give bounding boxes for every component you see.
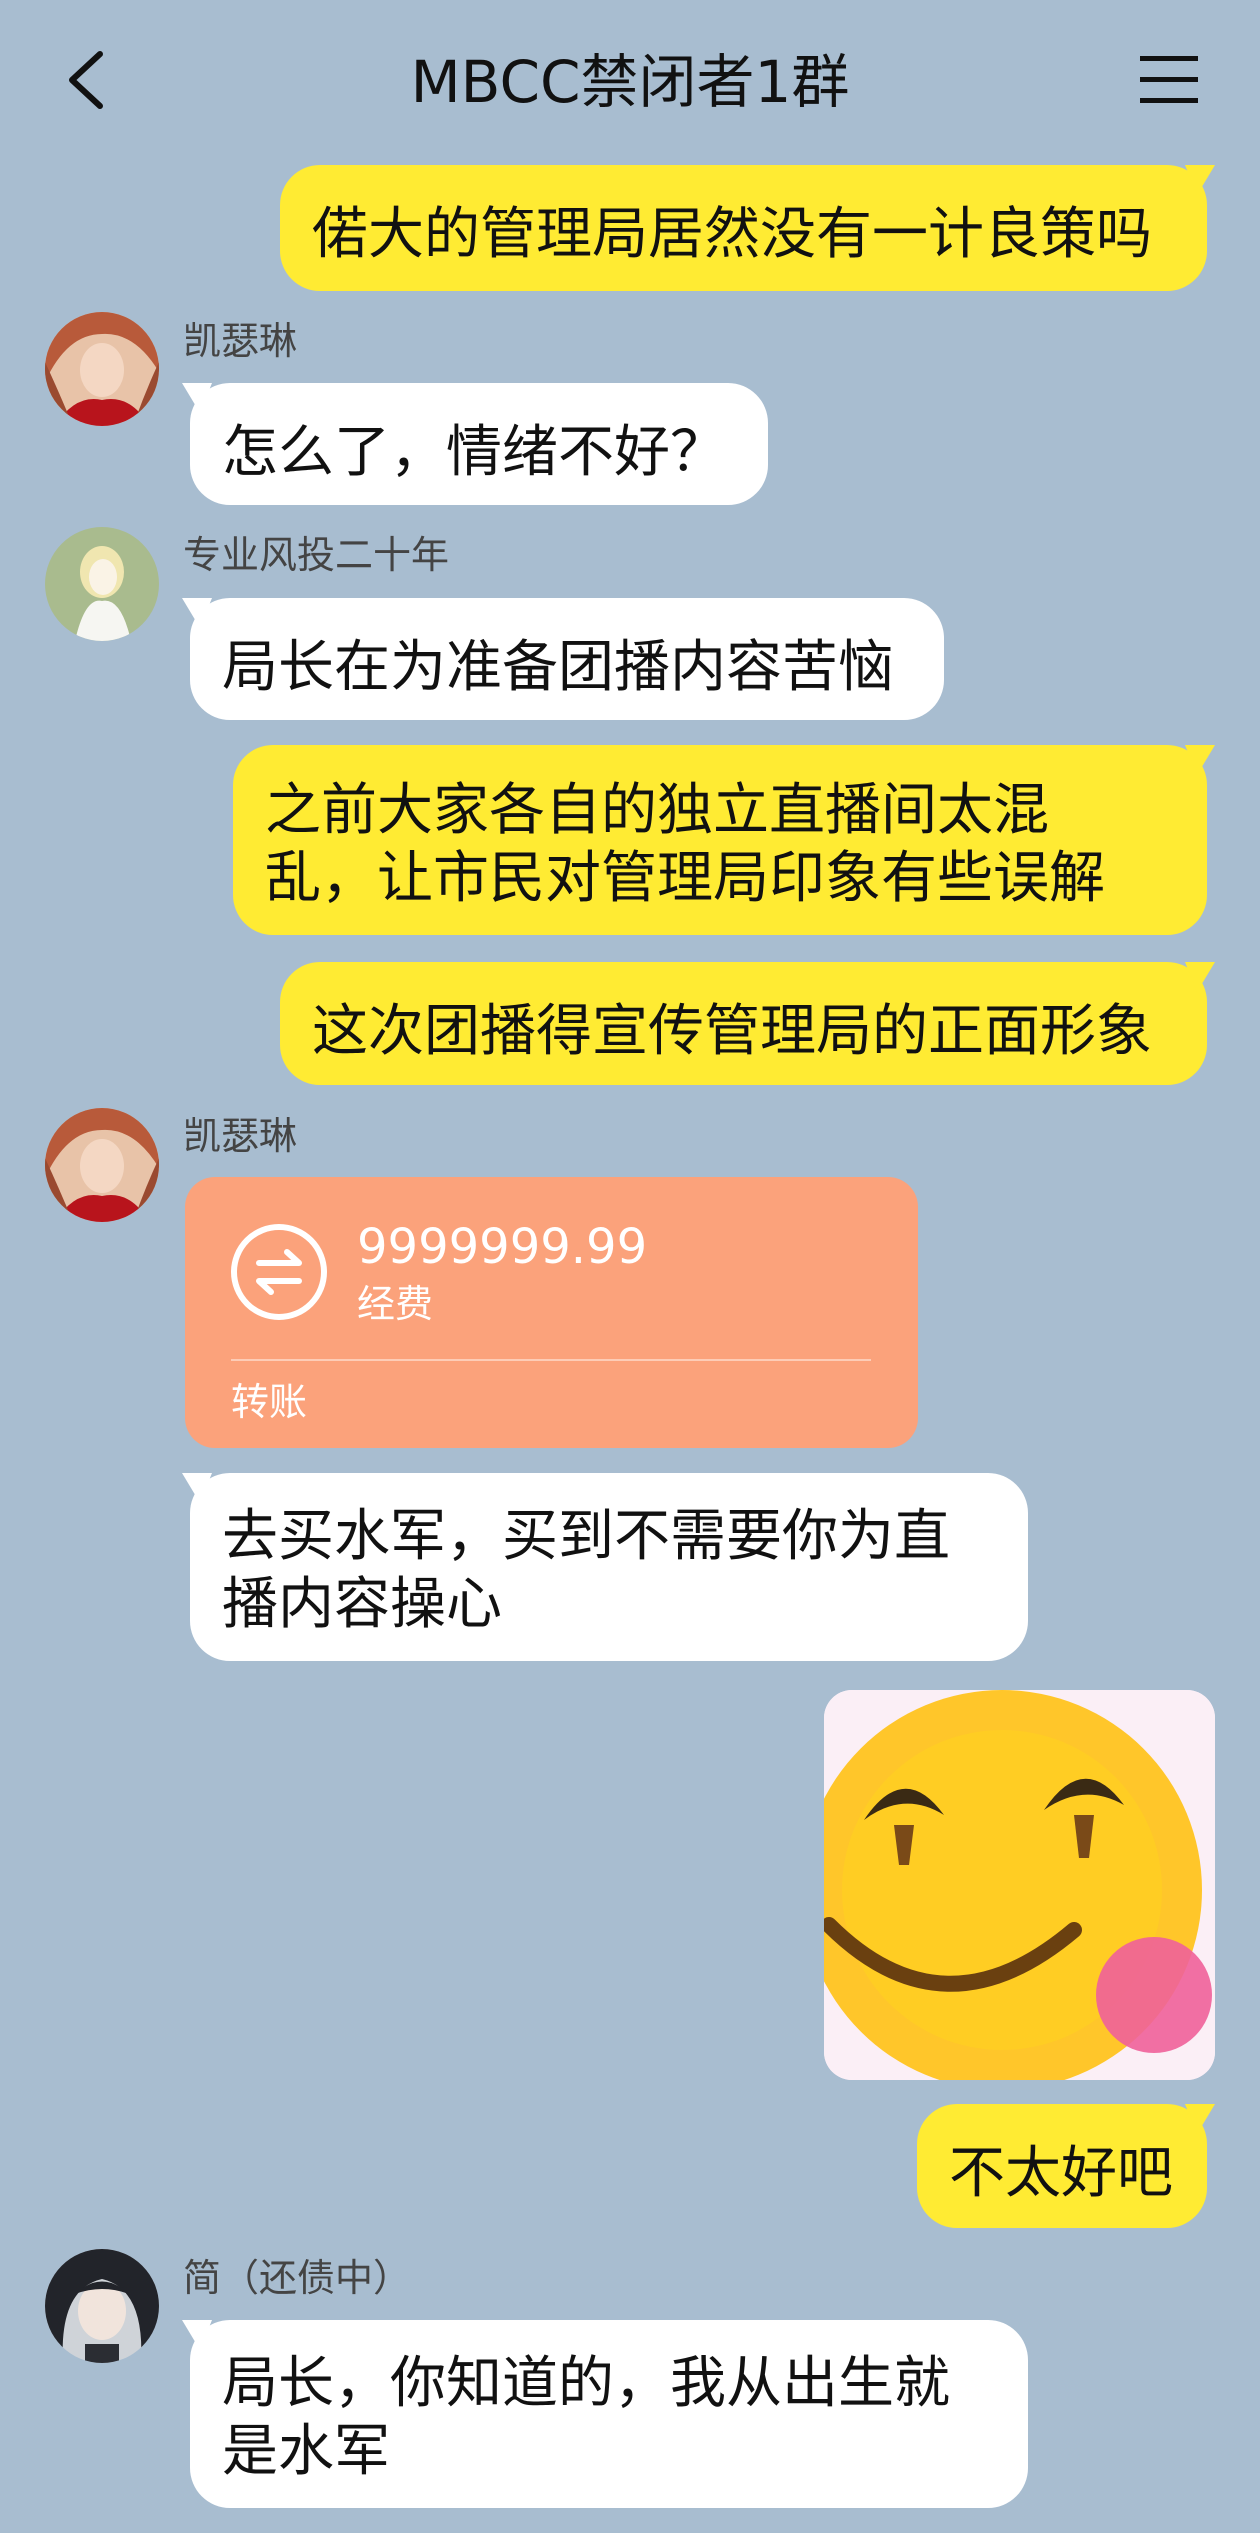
avatar-zhuanye[interactable]	[45, 527, 159, 641]
avatar-jian[interactable]	[45, 2249, 159, 2363]
message-text-line: 局长，你知道的，我从出生就	[222, 2351, 950, 2416]
message-text-line: 是水军	[222, 2419, 390, 2484]
message-bubble-incoming[interactable]: 局长在为准备团播内容苦恼	[182, 598, 944, 720]
chat-title: MBCC禁闭者1群	[410, 48, 850, 116]
sender-name: 简（还债中）	[183, 2256, 412, 2300]
sender-name: 专业风投二十年	[183, 533, 450, 577]
transfer-note: 经费	[357, 1282, 434, 1326]
avatar-kaiselin[interactable]	[45, 1108, 159, 1222]
message-text-line: 乱，让市民对管理局印象有些误解	[265, 846, 1105, 911]
transfer-divider	[231, 1359, 871, 1361]
blushing-smiley-sticker[interactable]	[824, 1690, 1215, 2080]
sender-name: 凯瑟琳	[183, 1114, 298, 1158]
transfer-type-label: 转账	[231, 1380, 308, 1424]
avatar-kaiselin[interactable]	[45, 312, 159, 426]
transfer-card[interactable]: 9999999.99 经费 转账	[185, 1177, 918, 1448]
message-text: 局长在为准备团播内容苦恼	[222, 635, 894, 700]
top-bar: MBCC禁闭者1群	[0, 0, 1260, 165]
message-text: 不太好吧	[949, 2141, 1173, 2206]
message-bubble-outgoing[interactable]: 之前大家各自的独立直播间太混 乱，让市民对管理局印象有些误解	[233, 745, 1215, 935]
message-bubble-incoming[interactable]: 去买水军，买到不需要你为直 播内容操心	[182, 1473, 1028, 1661]
hamburger-menu-icon[interactable]	[1138, 52, 1200, 108]
sender-name: 凯瑟琳	[183, 319, 298, 363]
message-text-line: 播内容操心	[222, 1572, 502, 1637]
message-bubble-outgoing[interactable]: 这次团播得宣传管理局的正面形象	[280, 962, 1215, 1085]
message-bubble-incoming[interactable]: 怎么了，情绪不好？	[182, 383, 768, 505]
message-bubble-outgoing[interactable]: 偌大的管理局居然没有一计良策吗	[280, 165, 1215, 291]
message-text-line: 之前大家各自的独立直播间太混	[265, 778, 1049, 843]
transfer-arrows-icon	[231, 1224, 327, 1320]
message-bubble-incoming[interactable]: 局长，你知道的，我从出生就 是水军	[182, 2320, 1028, 2508]
message-text-line: 去买水军，买到不需要你为直	[222, 1504, 950, 1569]
message-bubble-outgoing[interactable]: 不太好吧	[917, 2104, 1215, 2228]
message-text: 偌大的管理局居然没有一计良策吗	[312, 202, 1152, 267]
message-text: 怎么了，情绪不好？	[222, 420, 726, 485]
message-text: 这次团播得宣传管理局的正面形象	[312, 999, 1152, 1064]
transfer-amount: 9999999.99	[357, 1219, 648, 1275]
